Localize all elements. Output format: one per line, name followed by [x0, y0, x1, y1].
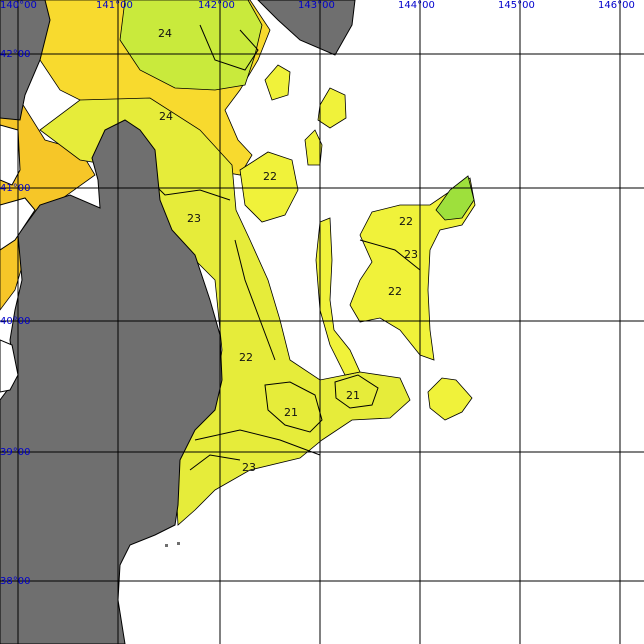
- sea-surface-temperature-map: 140°00 141°00 142°00 143°00 144°00 145°0…: [0, 0, 644, 644]
- temp-label: 22: [263, 170, 277, 183]
- lat-label-38: 38°00: [0, 576, 30, 587]
- temp-label: 22: [239, 351, 253, 364]
- lat-label-39: 39°00: [0, 447, 30, 458]
- lon-label-146: 146°00: [598, 0, 635, 11]
- mutsu-bay: [0, 124, 21, 186]
- temp-label: 24: [159, 110, 173, 123]
- lat-label-41: 41°00: [0, 183, 30, 194]
- islet-2: [177, 542, 180, 545]
- temp-label: 22: [388, 285, 402, 298]
- temp-label: 22: [399, 215, 413, 228]
- lat-label-42: 42°00: [0, 49, 30, 60]
- islet-1: [165, 544, 168, 547]
- yellow-patch-far-east: [427, 377, 473, 421]
- longitude-labels: 140°00 141°00 142°00 143°00 144°00 145°0…: [0, 0, 635, 11]
- yellow-patch-22-north: [239, 151, 299, 223]
- lon-label-140: 140°00: [0, 0, 37, 11]
- yellow-patch-small-1: [264, 64, 291, 101]
- lon-label-141: 141°00: [96, 0, 133, 11]
- temp-label: 23: [404, 248, 418, 261]
- temp-label: 23: [242, 461, 256, 474]
- temp-label: 21: [346, 389, 360, 402]
- yellow-patch-small-2: [317, 87, 347, 129]
- yellow-patch-small-3: [304, 129, 323, 166]
- temp-label: 24: [158, 27, 172, 40]
- lat-label-40: 40°00: [0, 316, 30, 327]
- temp-label: 23: [187, 212, 201, 225]
- lon-label-145: 145°00: [498, 0, 535, 11]
- temp-label: 21: [284, 406, 298, 419]
- lon-label-144: 144°00: [398, 0, 435, 11]
- lon-label-143: 143°00: [298, 0, 335, 11]
- lon-label-142: 142°00: [198, 0, 235, 11]
